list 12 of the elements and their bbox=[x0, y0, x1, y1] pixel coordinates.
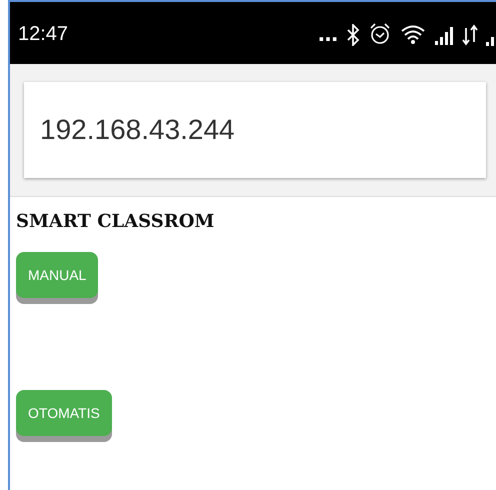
wifi-icon bbox=[400, 24, 426, 46]
signal-icon bbox=[434, 26, 454, 46]
notification-overflow: … bbox=[318, 22, 338, 46]
mode-button[interactable]: MANUAL bbox=[16, 252, 98, 298]
mode-button[interactable]: OTOMATIS bbox=[16, 390, 112, 436]
bluetooth-icon bbox=[346, 24, 360, 46]
alarm-clock-icon bbox=[368, 22, 392, 46]
page-heading: SMART CLASSROM bbox=[16, 211, 214, 232]
address-field[interactable]: 192.168.43.244 bbox=[24, 82, 486, 178]
clock-time: 12:47 bbox=[18, 23, 68, 47]
data-arrows-icon bbox=[462, 24, 478, 46]
signal-icon bbox=[486, 37, 494, 46]
